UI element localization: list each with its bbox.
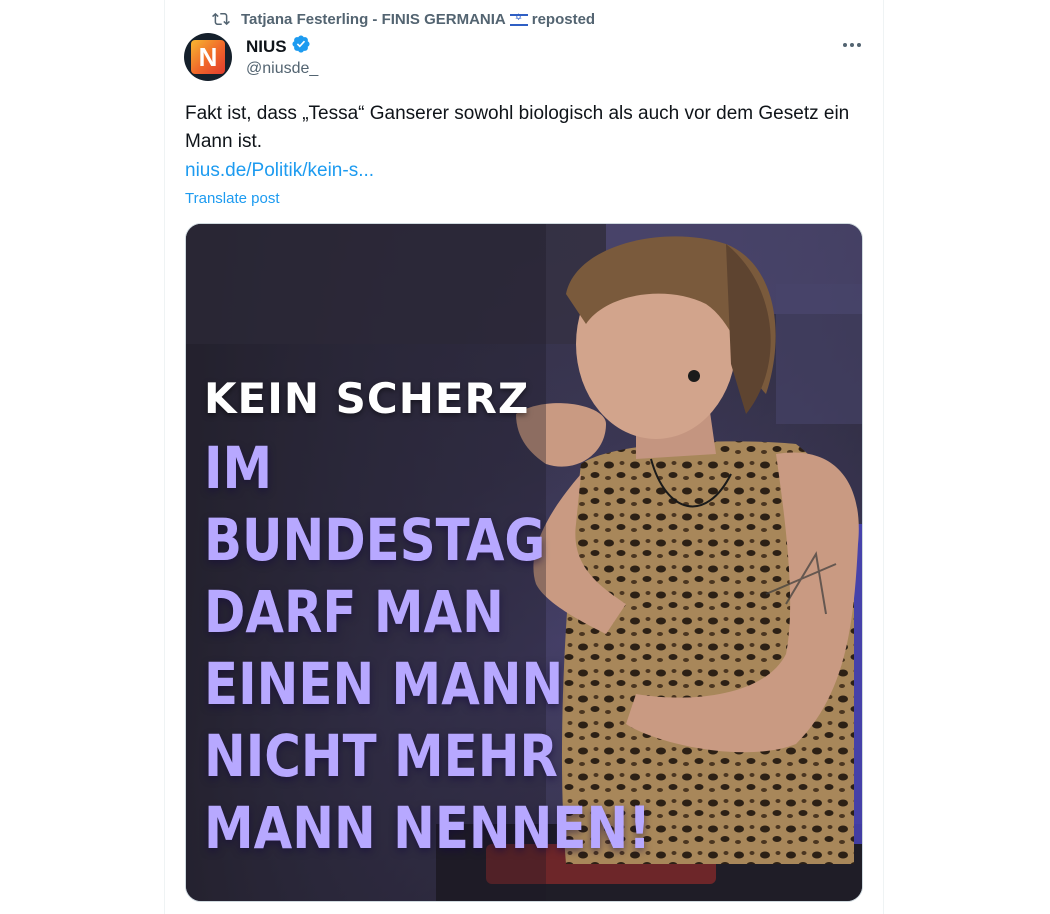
headline-line: IM	[204, 434, 273, 502]
headline-line: MANN NENNEN!	[204, 794, 651, 862]
repost-user[interactable]: Tatjana Festerling - FINIS GERMANIA	[241, 11, 506, 28]
post-image[interactable]: KEIN SCHERZ IM BUNDESTAG DARF MAN EINEN …	[185, 223, 863, 902]
author-handle[interactable]: @niusde_	[246, 60, 318, 78]
more-options-icon[interactable]	[838, 34, 866, 56]
verified-badge-icon	[291, 34, 311, 59]
nius-logo: N	[191, 40, 225, 74]
headline-line: NICHT MEHR	[204, 722, 558, 790]
author-name[interactable]: NIUS	[246, 37, 287, 57]
avatar[interactable]: N	[184, 33, 232, 81]
image-kicker: KEIN SCHERZ	[204, 374, 530, 423]
repost-icon	[211, 10, 231, 28]
headline-line: DARF MAN	[204, 578, 504, 646]
translate-post-button[interactable]: Translate post	[185, 190, 280, 207]
post-text: Fakt ist, dass „Tessa“ Ganserer sowohl b…	[185, 103, 850, 152]
repost-label: reposted	[531, 10, 596, 28]
repost-context[interactable]: Tatjana Festerling - FINIS GERMANIA repos…	[211, 8, 595, 30]
author-name-row[interactable]: NIUS	[246, 34, 311, 59]
post-link[interactable]: nius.de/Politik/kein-s...	[185, 157, 374, 185]
israel-flag-icon	[509, 12, 528, 26]
image-headline: IM BUNDESTAG DARF MAN EINEN MANN NICHT M…	[204, 432, 686, 864]
headline-line: EINEN MANN	[204, 650, 564, 718]
headline-line: BUNDESTAG	[204, 506, 546, 574]
